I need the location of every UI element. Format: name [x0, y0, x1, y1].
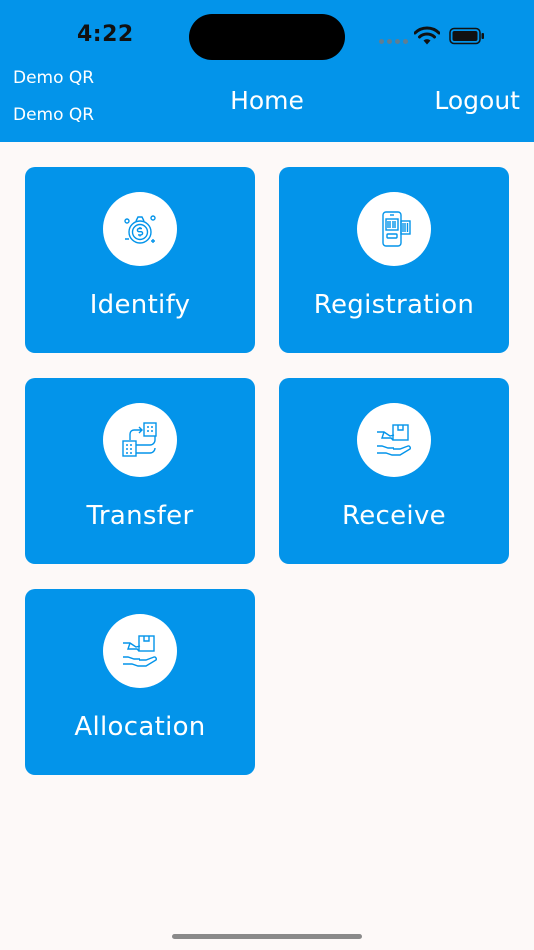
- icon-circle: [103, 192, 177, 266]
- transfer-tile[interactable]: Transfer: [25, 378, 255, 564]
- wifi-icon: [414, 26, 440, 45]
- battery-icon: [449, 27, 484, 45]
- receive-tile[interactable]: Receive: [279, 378, 509, 564]
- registration-tile[interactable]: Registration: [279, 167, 509, 353]
- tile-label: Transfer: [86, 501, 194, 531]
- tile-label: Receive: [342, 501, 446, 531]
- allocation-tile[interactable]: Allocation: [25, 589, 255, 775]
- building-transfer-icon: [122, 422, 157, 457]
- icon-circle: [357, 403, 431, 477]
- phone-barcode-icon: [382, 211, 411, 247]
- icon-circle: [357, 192, 431, 266]
- icon-circle: [103, 403, 177, 477]
- logout-button[interactable]: Logout: [434, 86, 520, 115]
- home-indicator[interactable]: [172, 934, 362, 939]
- tile-label: Allocation: [74, 712, 206, 742]
- organization-name: Demo QR: [13, 68, 95, 88]
- icon-circle: [103, 614, 177, 688]
- hand-box-icon: [377, 424, 411, 456]
- cellular-signal-icon: [379, 39, 409, 45]
- tile-label: Registration: [313, 290, 475, 320]
- tile-label: Identify: [89, 290, 191, 320]
- money-target-icon: [124, 215, 156, 244]
- hand-box-icon: [123, 635, 157, 667]
- home-screen: 4:22 Demo QR Demo QR Home Logout Identif…: [0, 0, 534, 950]
- status-time: 4:22: [77, 22, 134, 47]
- camera-notch: [189, 14, 345, 60]
- identify-tile[interactable]: Identify: [25, 167, 255, 353]
- app-header: 4:22 Demo QR Demo QR Home Logout: [0, 0, 534, 142]
